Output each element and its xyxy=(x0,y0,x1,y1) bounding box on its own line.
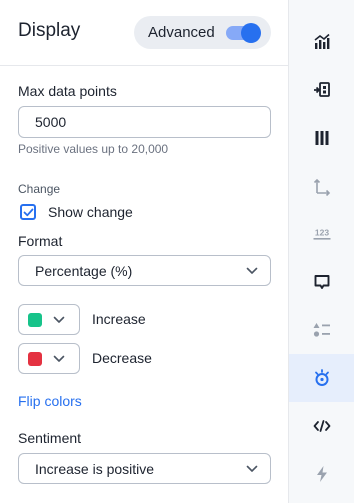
decrease-color-swatch xyxy=(28,352,42,366)
sentiment-select[interactable]: Increase is positive xyxy=(18,453,271,484)
change-section-label: Change xyxy=(18,182,61,196)
lightning-icon xyxy=(317,466,327,482)
sidebar-item-columns[interactable] xyxy=(289,114,354,162)
show-change-checkbox[interactable] xyxy=(20,204,36,220)
legend-icon xyxy=(313,323,330,337)
toggle-knob xyxy=(241,23,261,43)
axes-icon xyxy=(313,178,331,196)
sidebar-item-axes[interactable] xyxy=(289,162,354,210)
checkmark-icon xyxy=(23,208,34,217)
sentiment-label: Sentiment xyxy=(18,430,82,446)
sidebar-item-display-settings[interactable] xyxy=(289,354,354,402)
format-label: Format xyxy=(18,233,63,249)
sidebar-item-embed-code[interactable] xyxy=(289,402,354,450)
panel-title: Display xyxy=(18,20,81,41)
chevron-down-icon xyxy=(246,465,258,472)
panel-header: Display Advanced xyxy=(0,0,288,66)
increase-label: Increase xyxy=(92,311,146,327)
sort-icon xyxy=(314,82,330,97)
columns-icon xyxy=(315,131,329,145)
display-settings-icon xyxy=(315,369,329,386)
sidebar-item-lightning[interactable] xyxy=(289,450,354,498)
advanced-label: Advanced xyxy=(148,24,215,41)
sidebar-item-sort[interactable] xyxy=(289,66,354,114)
show-change-label[interactable]: Show change xyxy=(48,204,133,220)
decrease-color-select[interactable] xyxy=(18,343,80,374)
display-panel: Display Advanced Max data points Positiv… xyxy=(0,0,288,503)
increase-color-select[interactable] xyxy=(18,304,80,335)
chevron-down-icon xyxy=(53,316,65,323)
sidebar-item-legend[interactable] xyxy=(289,306,354,354)
chart-icon xyxy=(314,33,330,49)
svg-text:123: 123 xyxy=(315,228,329,238)
number-format-icon: 123 xyxy=(313,228,331,240)
chevron-down-icon xyxy=(53,355,65,362)
embed-code-icon xyxy=(313,420,331,432)
format-value: Percentage (%) xyxy=(35,263,133,279)
decrease-label: Decrease xyxy=(92,350,152,366)
chevron-down-icon xyxy=(246,267,258,274)
sidebar-item-chart[interactable] xyxy=(289,18,354,66)
format-select[interactable]: Percentage (%) xyxy=(18,255,271,286)
advanced-toggle[interactable]: Advanced xyxy=(134,16,271,49)
max-data-points-label: Max data points xyxy=(18,83,117,99)
max-data-points-hint: Positive values up to 20,000 xyxy=(18,142,169,156)
settings-sidebar: 123 xyxy=(288,0,354,503)
sentiment-value: Increase is positive xyxy=(35,461,155,477)
sidebar-item-number-format[interactable]: 123 xyxy=(289,210,354,258)
increase-color-swatch xyxy=(28,313,42,327)
sidebar-item-tooltip[interactable] xyxy=(289,258,354,306)
max-data-points-input[interactable] xyxy=(18,106,271,138)
flip-colors-link[interactable]: Flip colors xyxy=(18,393,82,409)
toggle-switch[interactable] xyxy=(226,23,261,43)
tooltip-icon xyxy=(314,275,330,289)
